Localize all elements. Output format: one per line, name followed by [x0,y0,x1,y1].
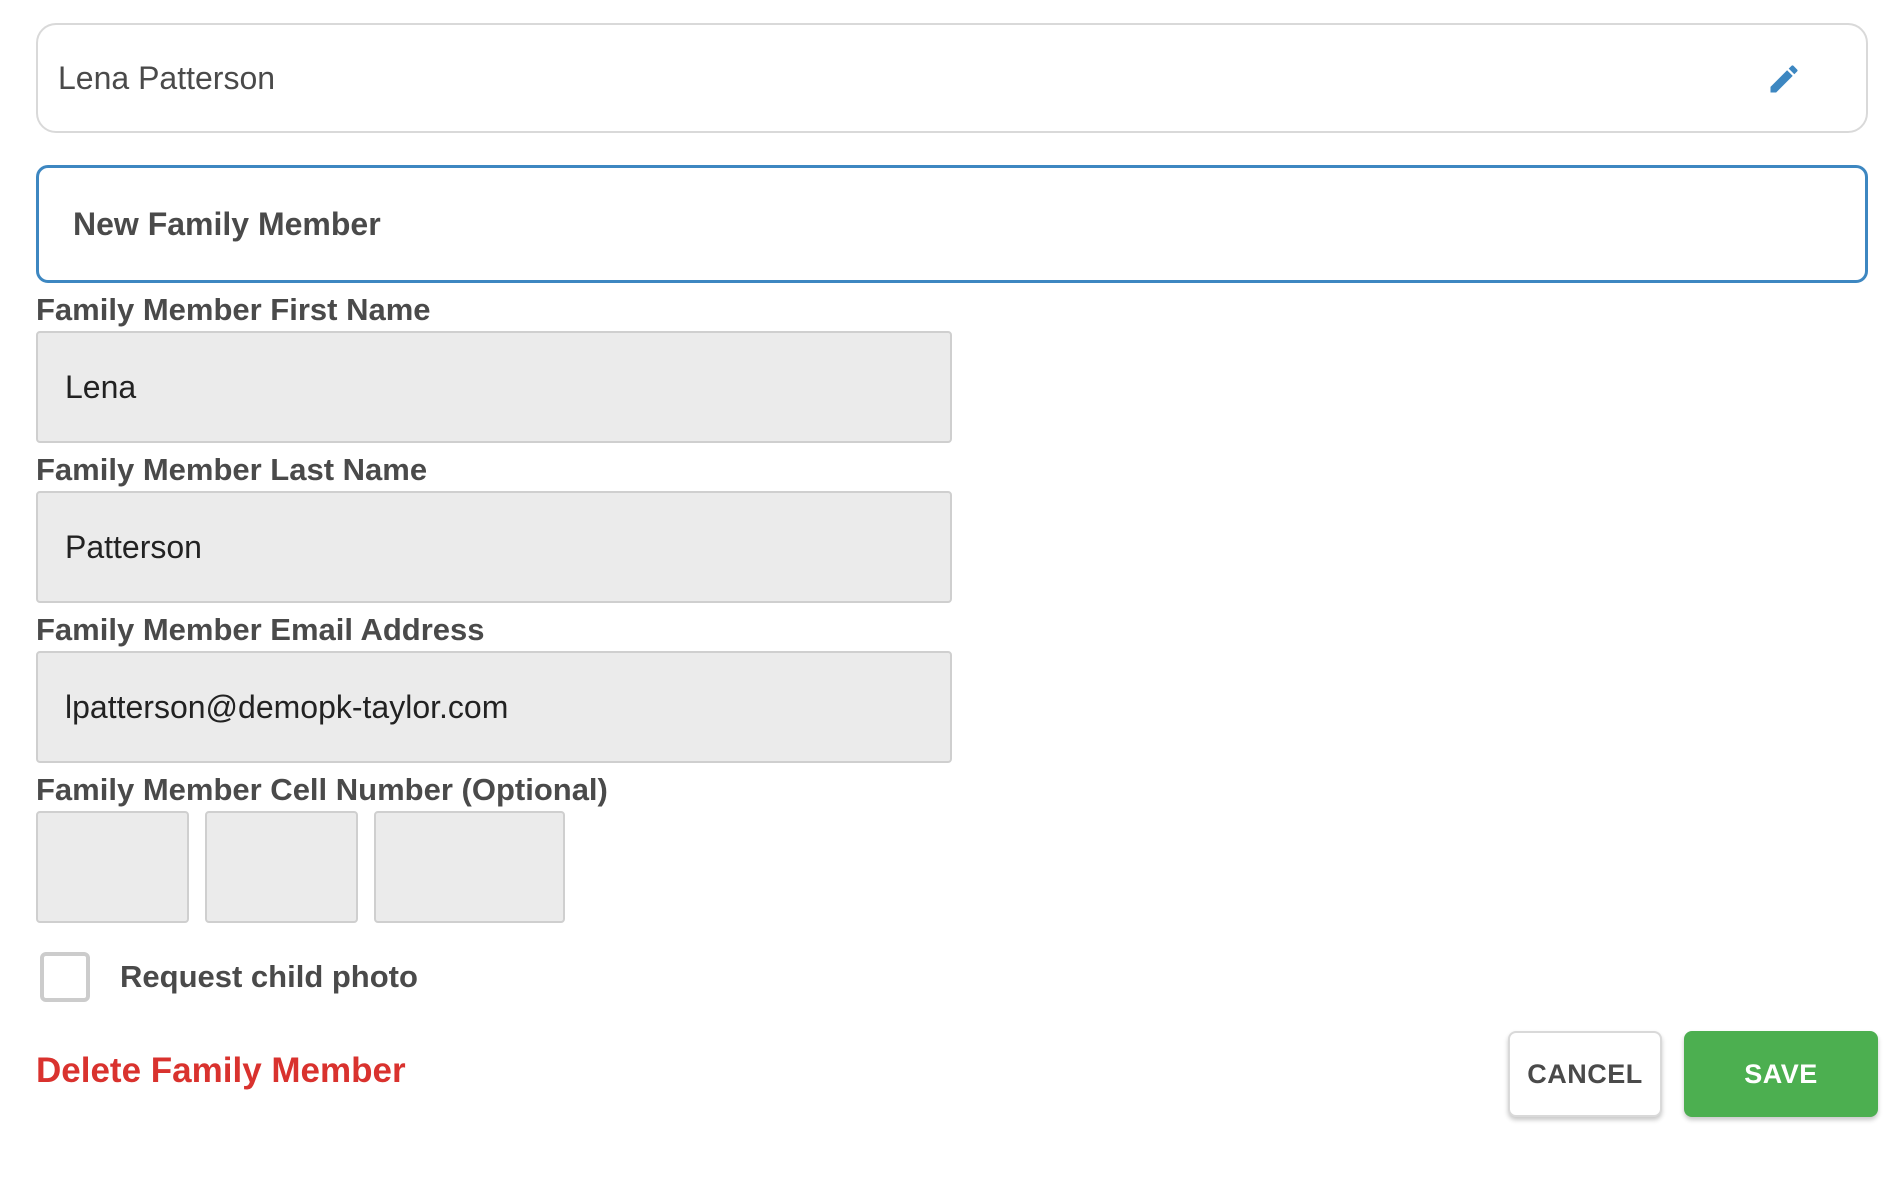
cell-prefix-input[interactable] [205,811,358,923]
request-photo-checkbox[interactable] [40,952,90,1002]
request-photo-label[interactable]: Request child photo [120,959,418,995]
cancel-button[interactable]: CANCEL [1508,1031,1662,1117]
member-name: Lena Patterson [58,59,276,96]
first-name-input[interactable] [36,331,952,443]
form-footer: Delete Family Member CANCEL SAVE [36,1031,1878,1117]
cell-label: Family Member Cell Number (Optional) [36,772,608,807]
last-name-label: Family Member Last Name [36,452,428,487]
section-title: New Family Member [73,205,381,242]
member-name-card: Lena Patterson [36,23,1868,133]
delete-family-member-link[interactable]: Delete Family Member [36,1051,406,1091]
request-photo-row: Request child photo [36,950,1868,1004]
email-label: Family Member Email Address [36,612,485,647]
cell-group: Family Member Cell Number (Optional) [36,769,1868,923]
pencil-icon[interactable] [1766,61,1802,97]
last-name-input[interactable] [36,491,952,603]
cell-line-input[interactable] [374,811,565,923]
cell-area-code-input[interactable] [36,811,189,923]
email-input[interactable] [36,651,952,763]
last-name-group: Family Member Last Name [36,449,1868,603]
email-group: Family Member Email Address [36,609,1868,763]
first-name-group: Family Member First Name [36,289,1868,443]
cell-input-row [36,811,1868,923]
section-header: New Family Member [36,165,1868,283]
first-name-label: Family Member First Name [36,292,431,327]
family-member-form: Lena Patterson New Family Member Family … [36,23,1878,1117]
save-button[interactable]: SAVE [1684,1031,1878,1117]
